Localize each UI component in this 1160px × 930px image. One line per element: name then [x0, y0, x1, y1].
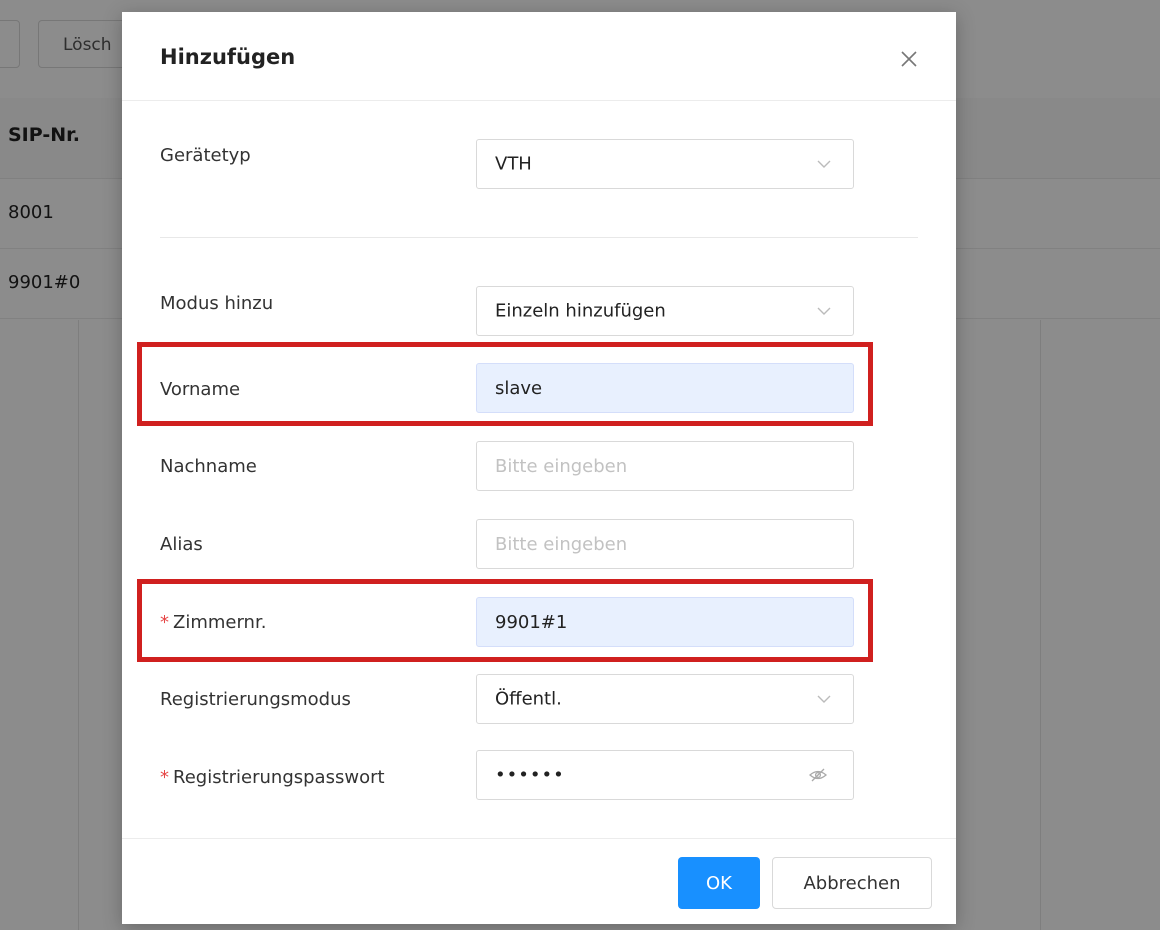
first-name-field[interactable] — [477, 364, 853, 412]
chevron-down-icon — [817, 307, 831, 315]
room-number-label-text: Zimmernr. — [173, 612, 267, 633]
dialog-title: Hinzufügen — [160, 45, 296, 69]
alias-input[interactable] — [476, 519, 854, 569]
registration-mode-select[interactable]: Öffentl. — [476, 674, 854, 724]
first-name-label: Vorname — [160, 379, 241, 400]
add-mode-label: Modus hinzu — [160, 293, 274, 314]
last-name-label: Nachname — [160, 456, 257, 477]
room-number-label: * Zimmernr. — [160, 612, 266, 633]
chevron-down-icon — [817, 160, 831, 168]
dialog-header: Hinzufügen — [122, 12, 956, 101]
last-name-field[interactable] — [477, 442, 853, 490]
add-mode-select[interactable]: Einzeln hinzufügen — [476, 286, 854, 336]
section-divider — [160, 237, 918, 238]
registration-mode-value: Öffentl. — [495, 688, 562, 710]
room-number-field[interactable] — [477, 598, 853, 646]
registration-password-label-text: Registrierungspasswort — [173, 767, 385, 788]
room-number-input[interactable] — [476, 597, 854, 647]
cancel-button[interactable]: Abbrechen — [772, 857, 932, 909]
ok-button[interactable]: OK — [678, 857, 760, 909]
last-name-input[interactable] — [476, 441, 854, 491]
add-dialog: Hinzufügen Gerätetyp VTH Modus hinzu Ein… — [122, 12, 956, 924]
close-button[interactable] — [894, 44, 924, 74]
password-masked-value: •••••• — [495, 764, 565, 786]
registration-password-input[interactable]: •••••• — [476, 750, 854, 800]
add-mode-value: Einzeln hinzufügen — [495, 300, 666, 322]
close-icon — [901, 51, 917, 67]
registration-password-label: * Registrierungspasswort — [160, 767, 385, 788]
chevron-down-icon — [817, 695, 831, 703]
alias-field[interactable] — [477, 520, 853, 568]
device-type-label: Gerätetyp — [160, 145, 251, 166]
required-mark: * — [160, 612, 169, 633]
registration-mode-label: Registrierungsmodus — [160, 689, 351, 710]
required-mark: * — [160, 767, 169, 788]
alias-label: Alias — [160, 534, 203, 555]
first-name-input[interactable] — [476, 363, 854, 413]
device-type-value: VTH — [495, 153, 532, 175]
dialog-footer: OK Abbrechen — [122, 838, 956, 925]
device-type-select[interactable]: VTH — [476, 139, 854, 189]
eye-off-icon[interactable] — [809, 767, 827, 783]
